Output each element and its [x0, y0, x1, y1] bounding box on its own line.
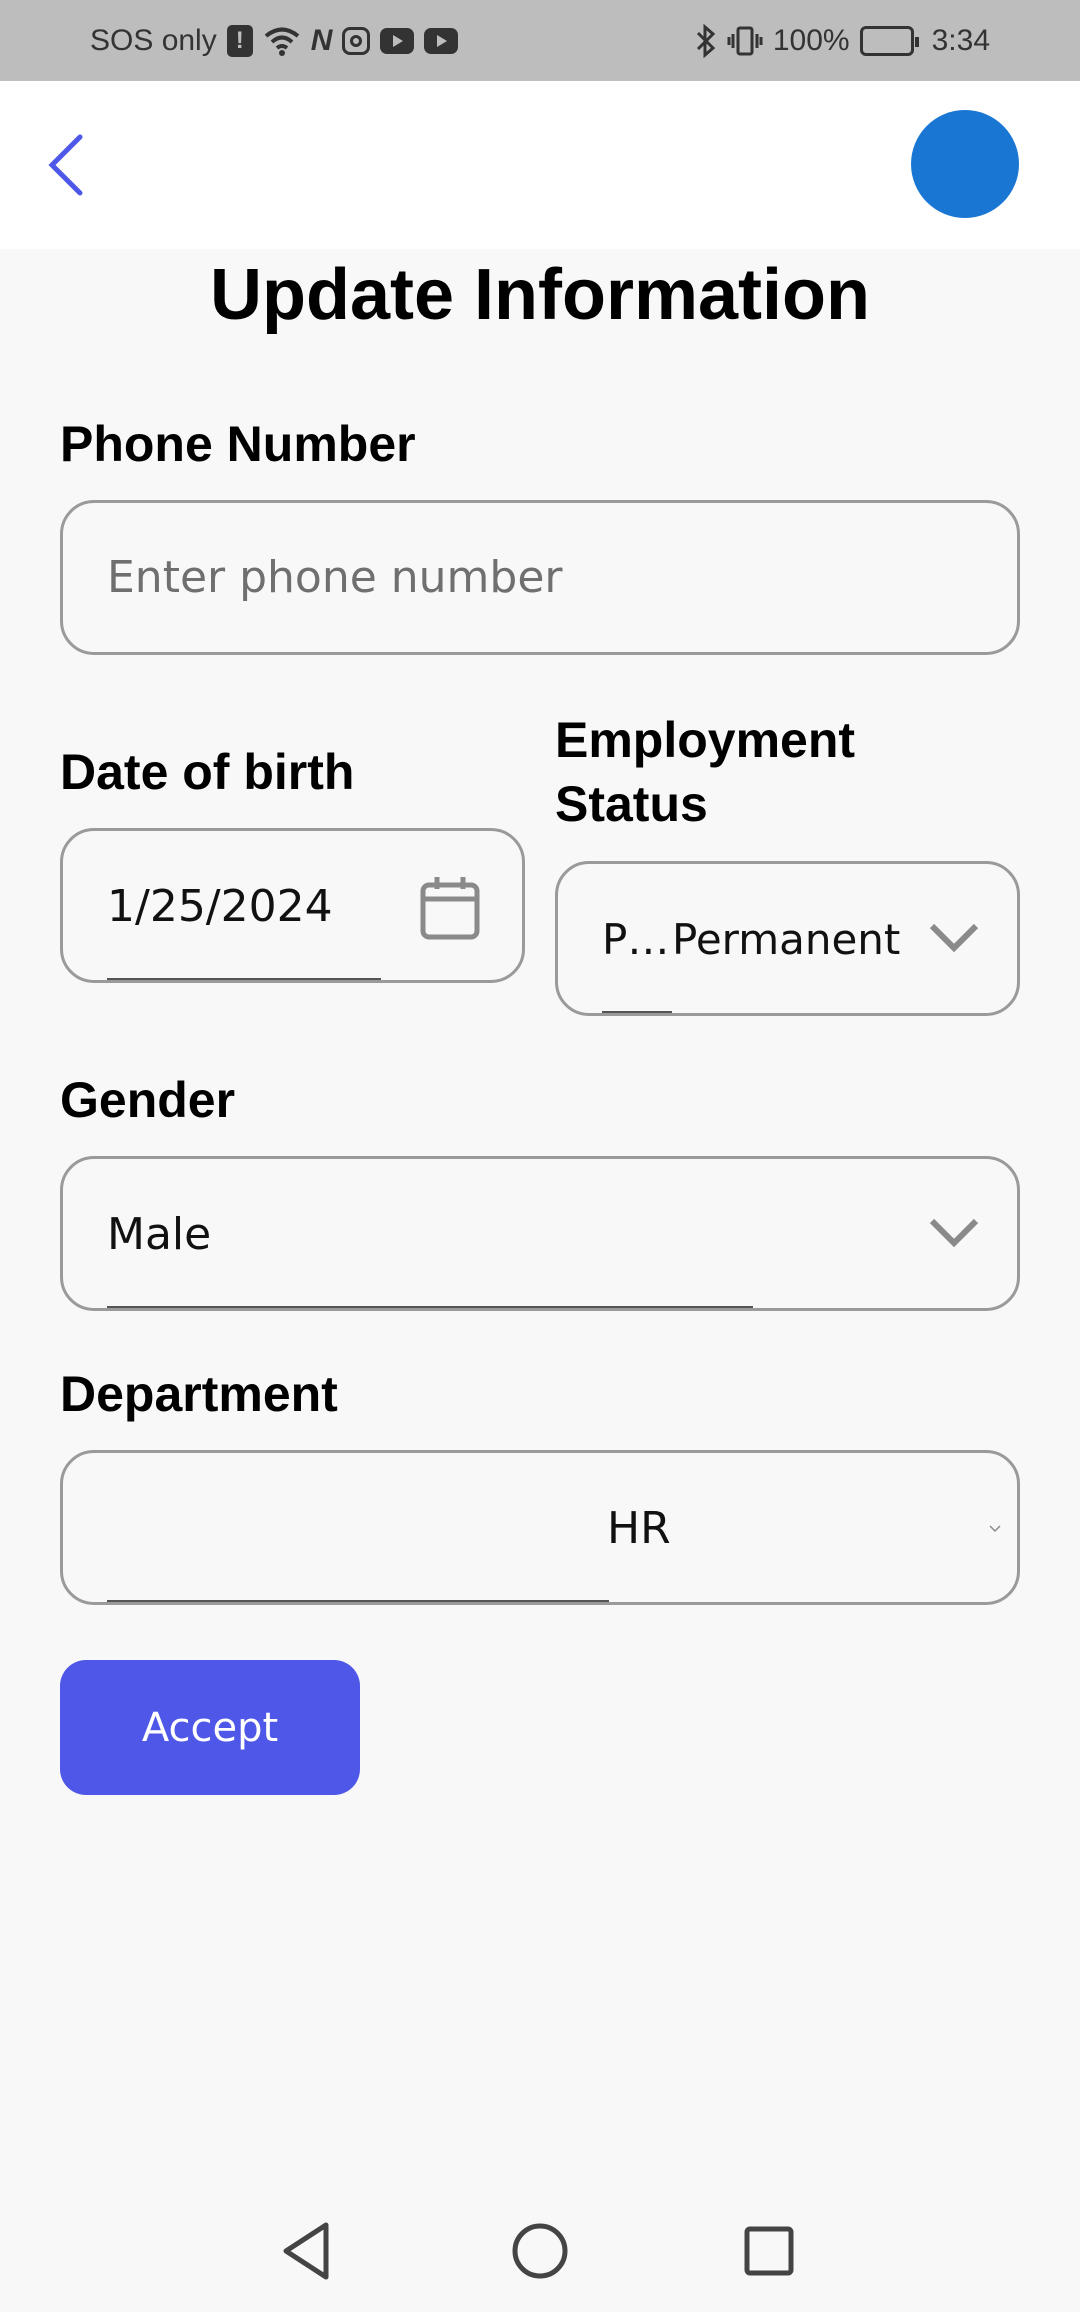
accept-button[interactable]: Accept [60, 1660, 360, 1795]
employment-status-label-line1: Employment [555, 712, 856, 768]
dob-underline [107, 978, 381, 980]
gender-select[interactable]: Male [60, 1156, 1020, 1311]
employment-status-value: Permanent [672, 915, 901, 964]
employment-status-select[interactable]: P… Permanent [555, 861, 1020, 1016]
status-bar-right: 100% 3:34 [695, 23, 990, 58]
nfc-icon: N [310, 23, 333, 57]
battery-icon [859, 25, 919, 56]
gender-value: Male [107, 1209, 212, 1260]
avatar[interactable] [911, 110, 1019, 218]
instagram-icon [342, 26, 371, 55]
bluetooth-icon [695, 23, 717, 58]
nav-back-icon[interactable] [272, 2215, 344, 2287]
department-value: HR [607, 1503, 671, 1554]
system-nav-bar [0, 2190, 1080, 2312]
chevron-down-icon [989, 1525, 1001, 1533]
employment-status-underline [602, 1011, 672, 1013]
dob-field[interactable]: 1/25/2024 [60, 828, 525, 983]
employment-status-prefix: P… [602, 915, 670, 964]
status-bar: SOS only ! N 100% 3:34 [0, 0, 1080, 81]
status-bar-left: SOS only ! N [90, 23, 459, 58]
employment-status-label-line2: Status [555, 776, 708, 832]
back-button[interactable] [30, 125, 102, 205]
phone-input[interactable] [60, 500, 1020, 655]
department-label: Department [60, 1366, 338, 1422]
clock: 3:34 [931, 23, 990, 57]
department-select[interactable]: HR [60, 1450, 1020, 1605]
calendar-icon[interactable] [419, 875, 481, 941]
chevron-down-icon [929, 1218, 979, 1248]
employment-status-label: Employment Status [555, 708, 855, 836]
carrier-text: SOS only [90, 23, 217, 57]
screen: SOS only ! N 100% 3:34 Update Informatio… [0, 0, 1080, 2312]
department-underline [107, 1600, 609, 1602]
dob-value: 1/25/2024 [107, 881, 333, 932]
alert-icon: ! [226, 24, 253, 57]
app-bar [0, 81, 1080, 249]
chevron-left-icon [48, 134, 83, 196]
dob-label: Date of birth [60, 744, 355, 800]
nav-home-icon[interactable] [504, 2215, 576, 2287]
battery-percent: 100% [772, 23, 850, 57]
phone-label: Phone Number [60, 416, 416, 472]
gender-underline [107, 1306, 753, 1308]
chevron-down-icon [929, 923, 979, 953]
wifi-icon [263, 25, 301, 57]
youtube-icon [380, 27, 415, 54]
gender-label: Gender [60, 1072, 236, 1128]
page-title: Update Information [210, 255, 870, 335]
nav-recents-icon[interactable] [733, 2215, 805, 2287]
vibrate-icon [727, 25, 763, 57]
youtube-icon-2 [424, 27, 459, 54]
